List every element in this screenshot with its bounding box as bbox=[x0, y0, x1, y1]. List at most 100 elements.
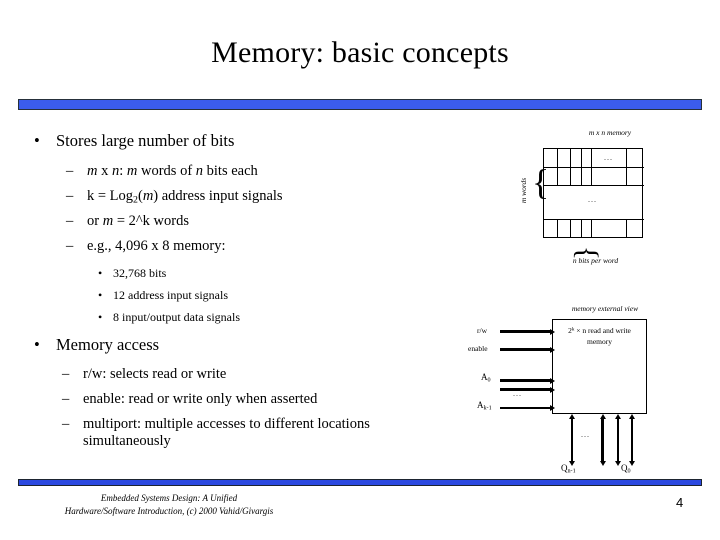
array-diagram-title: m x n memory bbox=[588, 128, 632, 137]
txt-q-sub: n-1 bbox=[567, 468, 576, 475]
txt-memory: memory bbox=[586, 336, 612, 346]
signal-arrow-a0 bbox=[500, 379, 550, 382]
subbullet-label: multiport: multiple accesses to differen… bbox=[83, 416, 370, 432]
subbullet-label: r/w: selects read or write bbox=[83, 366, 227, 382]
var-m2: m bbox=[126, 163, 138, 179]
txt-a-sub: k-1 bbox=[483, 405, 492, 412]
subbullet-label: e.g., 4,096 x 8 memory: bbox=[87, 238, 226, 254]
bullet-memory-access: • Memory access bbox=[34, 335, 159, 355]
var-n2: n bbox=[195, 163, 204, 179]
addr-ellipsis: ... bbox=[513, 389, 522, 398]
slide-canvas: Memory: basic concepts • Stores large num… bbox=[0, 0, 720, 540]
dash-marker: – bbox=[66, 188, 74, 204]
pin-label-enable: enable bbox=[468, 344, 488, 353]
grid-vline bbox=[557, 149, 558, 185]
subbullet-m-x-n: – m x n: m words of n bits each bbox=[66, 163, 258, 180]
txt-words-of: words of bbox=[137, 163, 196, 179]
grid-hline bbox=[544, 219, 644, 220]
footer-line-2: Hardware/Software Introduction, (c) 2000… bbox=[64, 506, 274, 517]
footer-divider-bar bbox=[18, 479, 702, 486]
txt-colon: : bbox=[119, 163, 127, 179]
grid-vline bbox=[626, 219, 627, 238]
signal-arrow-q1 bbox=[617, 419, 619, 461]
lvl3-label: 12 address input signals bbox=[113, 288, 228, 302]
grid-hline bbox=[544, 167, 644, 168]
row-ellipsis: ... bbox=[588, 195, 597, 204]
array-bottom-label: n bits per word bbox=[572, 256, 619, 265]
bullet-marker: • bbox=[34, 335, 40, 354]
lvl3-item-bits: • 32,768 bits bbox=[98, 266, 166, 281]
subbullet-label: enable: read or write only when asserted bbox=[83, 391, 318, 407]
grid-vline bbox=[570, 219, 571, 238]
array-grid: ... ... bbox=[543, 148, 644, 238]
subbullet-label: k = Log2(m) address input signals bbox=[87, 188, 283, 205]
signal-arrow-enable bbox=[500, 348, 550, 351]
txt-or: or bbox=[87, 213, 103, 229]
txt-bits-each: bits each bbox=[203, 163, 258, 179]
footer-credit: Embedded Systems Design: A Unified Hardw… bbox=[14, 492, 324, 518]
subbullet-m-equals-2-pow-k: – or m = 2^k words bbox=[66, 213, 189, 230]
page-title: Memory: basic concepts bbox=[211, 36, 509, 69]
lvl3-label: 32,768 bits bbox=[113, 266, 167, 280]
grid-vline bbox=[570, 149, 571, 185]
subbullet-label: or m = 2^k words bbox=[87, 213, 189, 229]
txt-k-log: k = Log bbox=[87, 188, 134, 204]
grid-vline bbox=[591, 219, 592, 238]
subbullet-enable: – enable: read or write only when asserte… bbox=[62, 391, 317, 408]
txt-q-sub: 0 bbox=[627, 468, 631, 475]
subbullet-label: m x n: m words of n bits each bbox=[87, 163, 258, 179]
grid-hline bbox=[544, 185, 644, 186]
dash-marker: – bbox=[62, 366, 70, 382]
pin-label-qn1: Qn-1 bbox=[561, 463, 576, 475]
memory-block: 2k × n read and write memory bbox=[552, 319, 647, 414]
footer-line-1: Embedded Systems Design: A Unified bbox=[100, 493, 238, 503]
grid-vline bbox=[581, 149, 582, 185]
subbullet-multiport-line2: simultaneously bbox=[83, 433, 171, 449]
txt-2powk-words: = 2^k words bbox=[113, 213, 190, 229]
grid-vline bbox=[591, 149, 592, 185]
pin-label-rw: r/w bbox=[477, 326, 487, 335]
txt-x: x bbox=[97, 163, 112, 179]
signal-arrow-q0 bbox=[631, 419, 633, 461]
array-side-label: m words bbox=[519, 177, 529, 204]
memory-array-diagram: m x n memory ... ... { m words {n bits … bbox=[505, 128, 705, 273]
bullet-marker: • bbox=[34, 131, 40, 150]
subbullet-rw: – r/w: selects read or write bbox=[62, 366, 226, 383]
grid-vline bbox=[581, 219, 582, 238]
subbullet-k-log2m: – k = Log2(m) address input signals bbox=[66, 188, 283, 205]
bullet-stores-large-number-of-bits: • Stores large number of bits bbox=[34, 131, 234, 151]
lvl3-item-data-signals: • 8 input/output data signals bbox=[98, 310, 240, 325]
txt-addr-signals: ) address input signals bbox=[153, 188, 283, 204]
var-m3: m bbox=[142, 188, 154, 204]
txt-n-read-write: × n read and write bbox=[574, 326, 631, 335]
signal-arrow-rw bbox=[500, 330, 550, 333]
dash-marker: – bbox=[66, 163, 74, 179]
dash-marker: – bbox=[66, 238, 74, 254]
var-m4: m bbox=[102, 213, 114, 229]
pin-label-ak1: Ak-1 bbox=[477, 400, 492, 412]
memory-external-view-diagram: memory external view 2k × n read and wri… bbox=[455, 300, 705, 485]
dash-marker: – bbox=[62, 391, 70, 407]
subbullet-example-4096x8: – e.g., 4,096 x 8 memory: bbox=[66, 238, 226, 255]
dash-marker: – bbox=[66, 213, 74, 229]
subbullet-multiport: – multiport: multiple accesses to differe… bbox=[62, 416, 370, 450]
page-number: 4 bbox=[676, 495, 684, 510]
signal-arrow-addr-mid bbox=[500, 388, 550, 391]
grid-vline bbox=[557, 219, 558, 238]
bullet-marker: • bbox=[98, 310, 103, 324]
lvl3-item-address-signals: • 12 address input signals bbox=[98, 288, 228, 303]
bullet-label: Memory access bbox=[56, 335, 160, 354]
left-brace: { bbox=[532, 162, 550, 202]
pin-label-q0: Q0 bbox=[621, 463, 631, 475]
dash-marker: – bbox=[62, 416, 70, 432]
grid-vline bbox=[626, 149, 627, 185]
bullet-marker: • bbox=[98, 266, 103, 280]
bullet-label: Stores large number of bits bbox=[56, 131, 235, 150]
pin-label-a0: A0 bbox=[481, 372, 491, 384]
txt-a-sub: 0 bbox=[487, 377, 491, 384]
memory-block-label: 2k × n read and write memory bbox=[568, 326, 631, 348]
lvl3-label: 8 input/output data signals bbox=[113, 310, 240, 324]
signal-arrow-qmid bbox=[601, 419, 604, 461]
title-divider-bar bbox=[18, 99, 702, 110]
signal-arrow-ak1 bbox=[500, 407, 550, 409]
